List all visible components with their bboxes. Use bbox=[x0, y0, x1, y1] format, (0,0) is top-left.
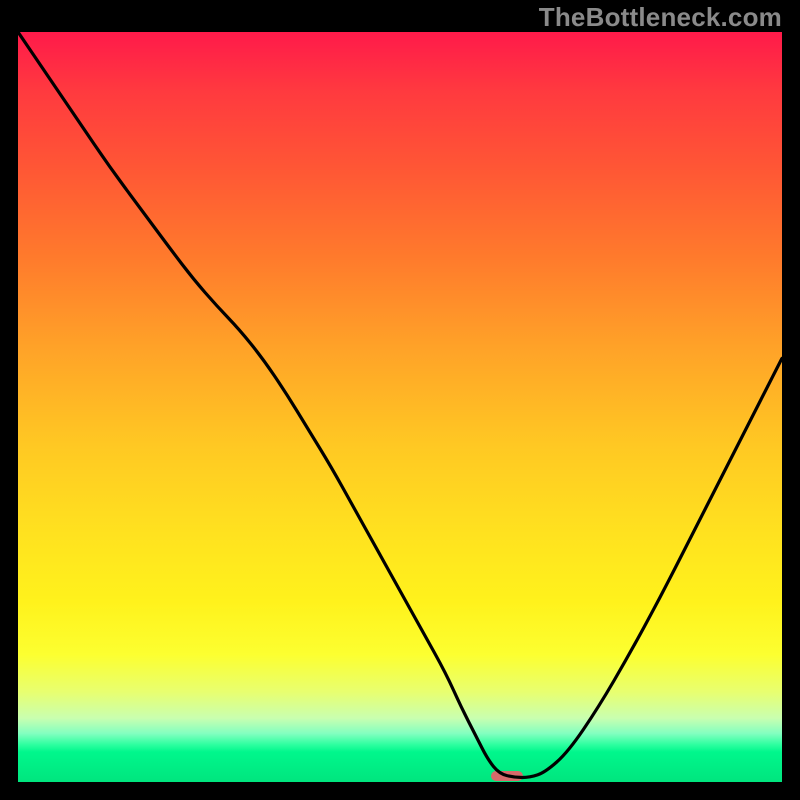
chart-frame: TheBottleneck.com bbox=[0, 0, 800, 800]
bottleneck-curve bbox=[18, 32, 782, 782]
plot-area bbox=[18, 32, 782, 782]
watermark-text: TheBottleneck.com bbox=[539, 2, 782, 33]
